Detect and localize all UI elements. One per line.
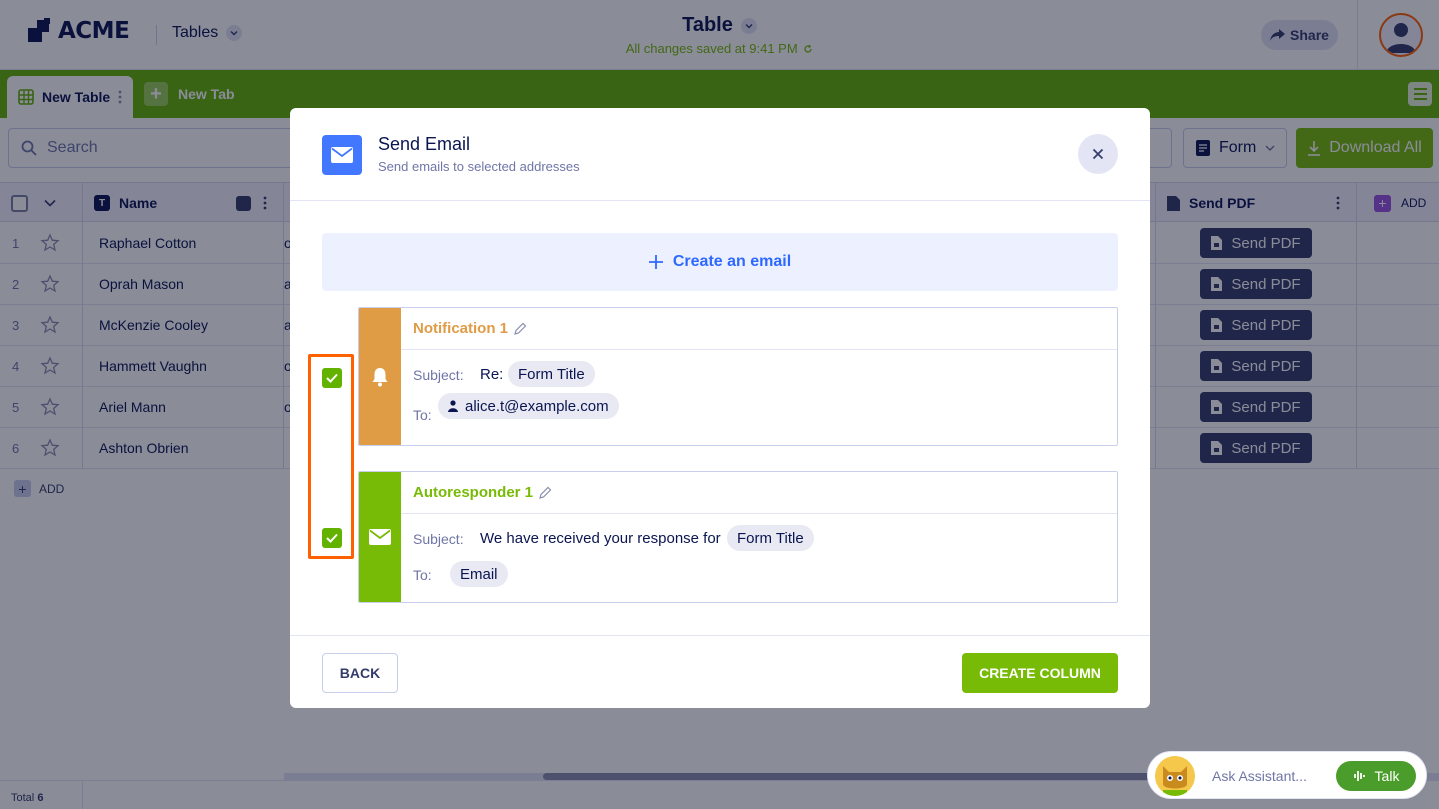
bell-icon (359, 308, 401, 445)
to-label: To: (413, 407, 432, 423)
to-label: To: (413, 567, 432, 583)
subject-tag: Form Title (508, 361, 595, 387)
modal-title: Send Email (378, 134, 471, 154)
notification-title: Notification 1 (413, 320, 509, 337)
send-email-modal: Send Email Send emails to selected addre… (290, 108, 1150, 708)
subject-label: Subject: (413, 367, 464, 383)
close-icon (1092, 148, 1104, 160)
assistant-widget[interactable]: Ask Assistant... Talk (1147, 751, 1427, 799)
subject-prefix: Re: (480, 366, 504, 383)
plus-icon (648, 255, 663, 269)
pencil-icon[interactable] (514, 322, 527, 335)
email-select-checkbox[interactable] (322, 528, 342, 548)
subject-tag-text: Form Title (518, 365, 585, 383)
checkmark-icon (326, 373, 338, 383)
email-card-title[interactable]: Autoresponder 1 (401, 472, 1117, 514)
talk-label: Talk (1374, 768, 1400, 784)
envelope-icon (322, 135, 362, 175)
assistant-avatar (1155, 756, 1195, 796)
email-card-autoresponder[interactable]: Autoresponder 1 Subject: We have receive… (358, 471, 1118, 603)
subject-prefix: We have received your response for (480, 530, 721, 547)
create-email-button[interactable]: Create an email (322, 233, 1118, 291)
voice-wave-icon (1353, 771, 1365, 781)
subject-tag: Form Title (727, 525, 814, 551)
create-email-label: Create an email (672, 253, 792, 270)
recipient-tag: alice.t@example.com (438, 393, 619, 419)
email-card-title[interactable]: Notification 1 (401, 308, 1117, 350)
email-card-notification[interactable]: Notification 1 Subject: Re: Form Title T… (358, 307, 1118, 446)
assistant-input-placeholder[interactable]: Ask Assistant... (1212, 768, 1307, 784)
subject-label: Subject: (413, 531, 464, 547)
recipient-tag: Email (450, 561, 508, 587)
recipient-text: alice.t@example.com (465, 397, 609, 415)
email-select-checkbox[interactable] (322, 368, 342, 388)
envelope-icon (359, 472, 401, 602)
close-button[interactable] (1078, 134, 1118, 174)
subject-tag-text: Form Title (737, 529, 804, 547)
back-button[interactable]: BACK (322, 653, 398, 693)
pencil-icon[interactable] (539, 486, 552, 499)
person-icon (448, 400, 458, 412)
create-column-button[interactable]: CREATE COLUMN (962, 653, 1118, 693)
recipient-text: Email (460, 565, 498, 583)
modal-footer: BACK CREATE COLUMN (290, 635, 1150, 708)
modal-header: Send Email Send emails to selected addre… (290, 108, 1150, 201)
checkmark-icon (326, 533, 338, 543)
autoresponder-title: Autoresponder 1 (413, 484, 534, 501)
modal-subtitle: Send emails to selected addresses (378, 159, 580, 174)
talk-button[interactable]: Talk (1336, 761, 1416, 791)
